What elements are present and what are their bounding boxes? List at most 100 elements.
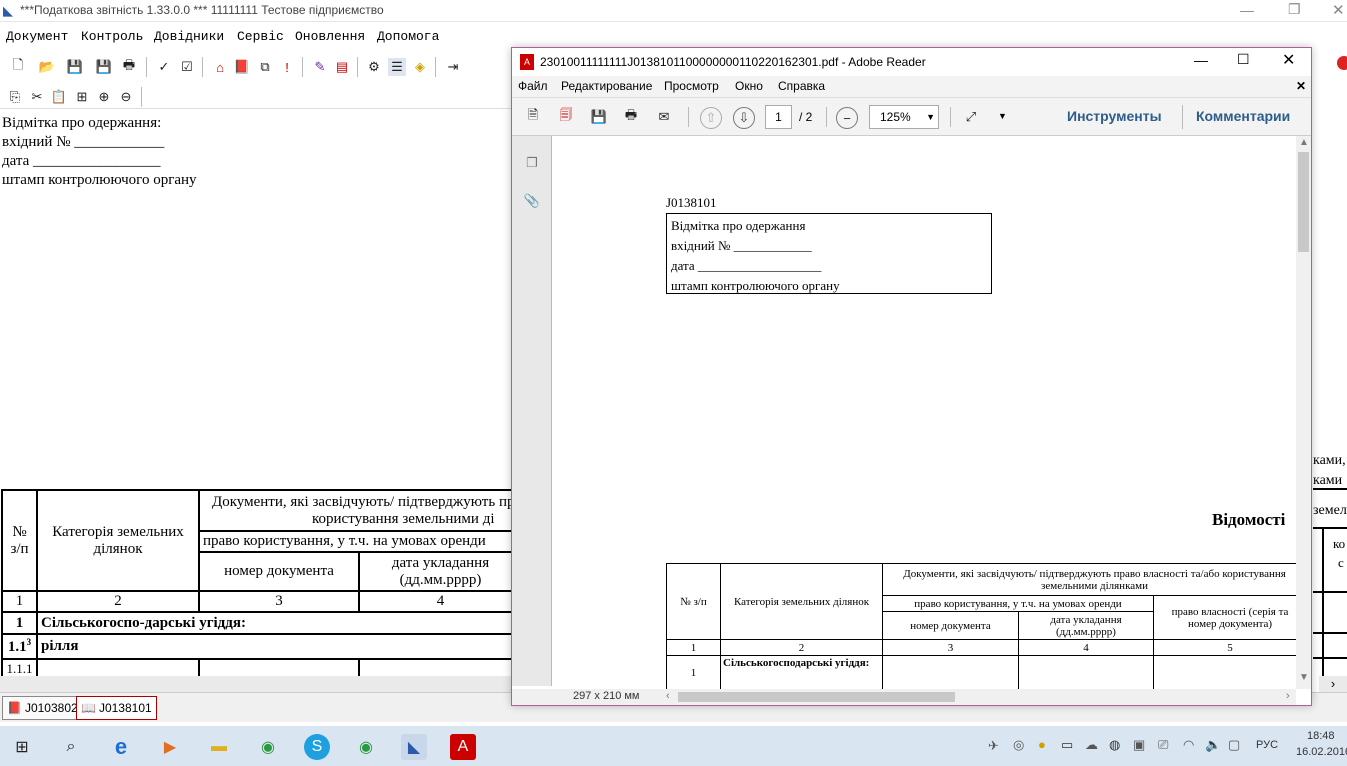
- page-up-icon[interactable]: ⇧: [700, 107, 722, 129]
- tray-icon[interactable]: ▭: [1061, 737, 1073, 753]
- scroll-thumb[interactable]: [678, 692, 955, 702]
- print-icon[interactable]: 🖶: [120, 57, 138, 76]
- exit-icon[interactable]: ⇥: [444, 58, 462, 76]
- save-all-icon[interactable]: 💾: [95, 58, 113, 76]
- reader-close-icon[interactable]: ✕: [1282, 50, 1295, 70]
- tray-icon[interactable]: ◍: [1109, 737, 1120, 753]
- scroll-down-icon[interactable]: ▼: [1299, 672, 1309, 683]
- book-icon[interactable]: 📕: [233, 58, 251, 76]
- tray-icon[interactable]: ✈: [988, 738, 999, 754]
- tab-j0138101[interactable]: 📖 J0138101: [76, 696, 157, 720]
- file-explorer-icon[interactable]: ▬: [206, 734, 232, 760]
- scroll-right-icon[interactable]: ›: [1319, 676, 1347, 692]
- list-view-icon[interactable]: ☰: [388, 58, 406, 76]
- reader-document-view: J0138101 Відмітка про одержання вхідний …: [553, 136, 1297, 689]
- delete-row-icon[interactable]: ⊖: [117, 88, 135, 106]
- app-maximize-icon[interactable]: ❐: [1288, 1, 1301, 18]
- reader-menu-close-icon[interactable]: ✕: [1296, 79, 1306, 93]
- toolbar-more-icon[interactable]: ▼: [998, 111, 1007, 121]
- paste-icon[interactable]: 📋: [50, 88, 68, 106]
- copy-icon[interactable]: ⧉: [256, 58, 274, 76]
- app-close-icon[interactable]: ✕: [1332, 1, 1345, 19]
- insert-row-icon[interactable]: ⊞: [73, 88, 91, 106]
- settings-icon[interactable]: ⚙: [365, 58, 383, 76]
- input-language[interactable]: РУС: [1256, 739, 1278, 751]
- tray-icon[interactable]: ⎚: [1158, 737, 1168, 753]
- reader-menu-help[interactable]: Справка: [778, 79, 825, 93]
- menu-service[interactable]: Сервіс: [237, 29, 284, 44]
- reader-menu-file[interactable]: Файл: [518, 79, 548, 93]
- menu-document[interactable]: Документ: [6, 29, 68, 44]
- menu-help[interactable]: Допомога: [377, 29, 439, 44]
- search-icon[interactable]: ⌕: [58, 734, 84, 760]
- reader-minimize-icon[interactable]: —: [1194, 52, 1208, 68]
- incoming-number-field[interactable]: вхідний № ____________: [2, 134, 164, 151]
- zoom-select[interactable]: 125% ▼: [869, 105, 939, 129]
- highlight-icon[interactable]: ◈: [411, 58, 429, 76]
- export-pdf-icon[interactable]: 🗐: [557, 107, 575, 126]
- windows-start-icon[interactable]: ⊞: [9, 734, 35, 760]
- scroll-up-icon[interactable]: ▲: [1299, 137, 1309, 148]
- zoom-value: 125%: [880, 110, 911, 124]
- save-icon[interactable]: 💾: [590, 108, 608, 126]
- clock-date[interactable]: 16.02.2016: [1296, 746, 1347, 758]
- add-row-icon[interactable]: ⊕: [95, 88, 113, 106]
- tray-icon[interactable]: ▣: [1133, 737, 1145, 753]
- zoom-out-icon[interactable]: −: [836, 107, 858, 129]
- pages-panel-icon[interactable]: ❐: [521, 152, 543, 174]
- menu-directories[interactable]: Довідники: [154, 29, 224, 44]
- edge-browser-icon[interactable]: e: [108, 734, 134, 760]
- checklist-icon[interactable]: ☑: [178, 58, 196, 76]
- save-icon[interactable]: 💾: [66, 58, 84, 76]
- create-pdf-icon[interactable]: 🗎: [524, 107, 542, 126]
- comments-pane-button[interactable]: Комментарии: [1196, 108, 1290, 124]
- open-folder-icon[interactable]: 📂: [38, 58, 56, 76]
- onedrive-icon[interactable]: ☁: [1085, 737, 1098, 753]
- tray-icon[interactable]: ◎: [1013, 737, 1024, 753]
- new-document-icon[interactable]: 🗋: [9, 57, 27, 76]
- stop-icon[interactable]: [1337, 56, 1347, 70]
- cut-icon[interactable]: ✂: [28, 88, 46, 106]
- print-icon[interactable]: 🖶: [622, 107, 640, 126]
- home-icon[interactable]: ⌂: [211, 58, 229, 76]
- reader-maximize-icon[interactable]: ☐: [1237, 51, 1250, 68]
- pdf-icon[interactable]: ▤: [333, 58, 351, 76]
- reader-menu-edit[interactable]: Редактирование: [561, 79, 652, 93]
- skype-icon[interactable]: S: [304, 734, 330, 760]
- reader-menu-view[interactable]: Просмотр: [664, 79, 719, 93]
- scroll-left-icon[interactable]: ‹: [666, 690, 670, 702]
- fullscreen-icon[interactable]: ⤢: [962, 108, 980, 126]
- app-minimize-icon[interactable]: —: [1240, 2, 1254, 18]
- check-icon[interactable]: ✓: [155, 58, 173, 76]
- tools-pane-button[interactable]: Инструменты: [1067, 108, 1162, 124]
- wifi-icon[interactable]: ◠: [1183, 737, 1194, 753]
- chrome-profile-icon[interactable]: ◉: [353, 734, 379, 760]
- sign-icon[interactable]: ✎: [311, 58, 329, 76]
- attachments-icon[interactable]: 📎: [521, 190, 543, 212]
- tray-icon[interactable]: ●: [1038, 737, 1046, 752]
- chrome-icon[interactable]: ◉: [255, 734, 281, 760]
- page-number-input[interactable]: 1: [765, 105, 792, 129]
- menu-updates[interactable]: Оновлення: [295, 29, 365, 44]
- reader-horizontal-scrollbar[interactable]: ‹ ›: [662, 689, 1296, 705]
- bg-line: [1313, 657, 1347, 659]
- alert-icon[interactable]: !: [278, 58, 296, 76]
- date-field[interactable]: дата _________________: [2, 153, 161, 170]
- bg-line: [1313, 527, 1347, 529]
- adobe-reader-icon[interactable]: A: [450, 734, 476, 760]
- main-hscroll[interactable]: [0, 676, 512, 692]
- scroll-thumb[interactable]: [1298, 152, 1309, 252]
- scroll-right-icon[interactable]: ›: [1286, 690, 1290, 702]
- menu-control[interactable]: Контроль: [81, 29, 143, 44]
- tab-j0103802[interactable]: 📕 J0103802: [2, 696, 83, 720]
- notifications-icon[interactable]: ▢: [1228, 737, 1240, 753]
- volume-icon[interactable]: 🔈: [1205, 737, 1221, 753]
- page-down-icon[interactable]: ⇩: [733, 107, 755, 129]
- email-icon[interactable]: ✉: [655, 108, 673, 126]
- reader-vertical-scrollbar[interactable]: ▲ ▼: [1296, 136, 1311, 689]
- clock-time[interactable]: 18:48: [1307, 730, 1335, 742]
- copy-row-icon[interactable]: ⎘: [6, 88, 24, 106]
- media-player-icon[interactable]: ▶: [157, 734, 183, 760]
- reader-menu-window[interactable]: Окно: [735, 79, 763, 93]
- tax-app-icon[interactable]: ◣: [401, 734, 427, 760]
